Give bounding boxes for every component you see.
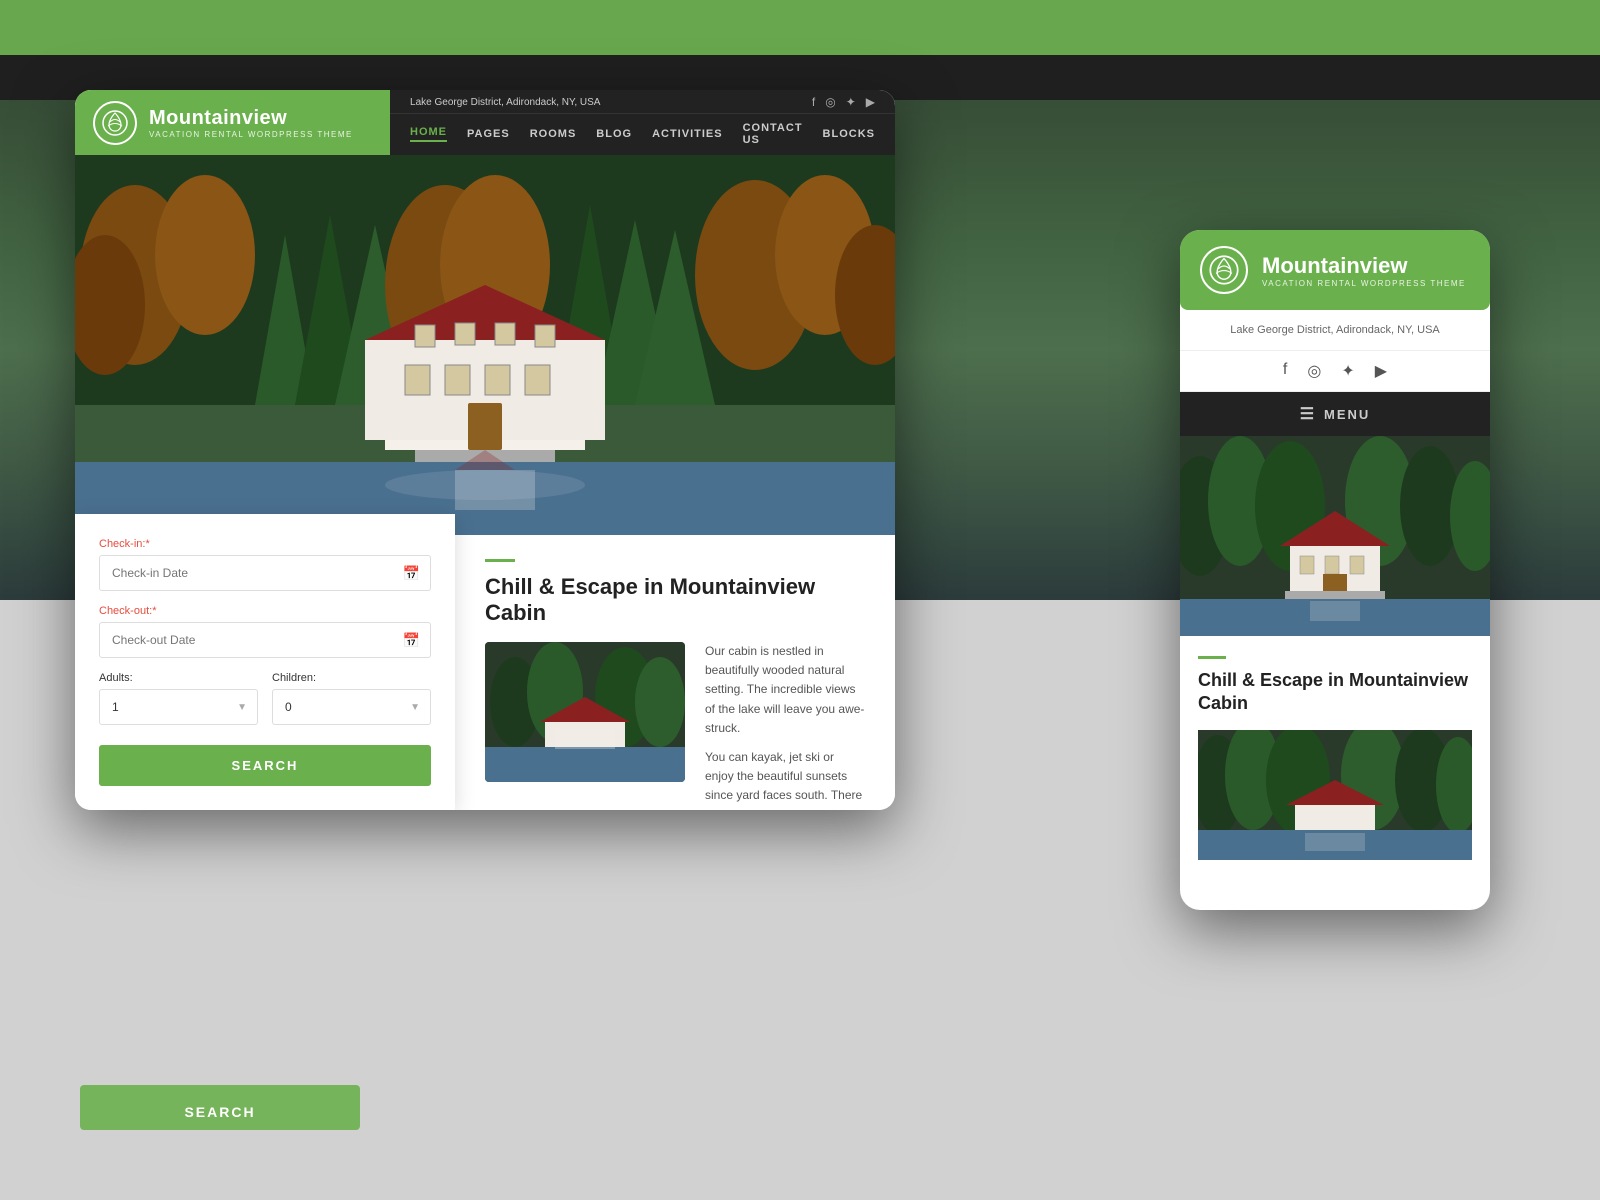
mobile-logo-title: Mountainview: [1262, 253, 1466, 279]
content-flex: Our cabin is nestled in beautifully wood…: [485, 642, 865, 810]
checkout-label: Check-out:*: [99, 605, 431, 617]
children-label: Children:: [272, 672, 431, 684]
mobile-section-accent: [1198, 656, 1226, 659]
hamburger-icon: ☰: [1300, 404, 1316, 424]
bg-top-strip: [0, 0, 1600, 55]
nav-contact[interactable]: CONTACT US: [743, 122, 803, 146]
logo-subtitle: VACATION RENTAL WORDPRESS THEME: [149, 130, 353, 139]
content-main: Chill & Escape in Mountainview Cabin: [455, 535, 895, 810]
content-paragraph-1: Our cabin is nestled in beautifully wood…: [705, 642, 865, 738]
checkout-input[interactable]: [100, 623, 393, 657]
nav-home[interactable]: HOME: [410, 126, 447, 142]
children-group: Children: 0 1 2 3 ▼: [272, 672, 431, 725]
nav-rooms[interactable]: ROOMS: [530, 128, 577, 140]
checkout-group: Check-out:* 📅: [99, 605, 431, 658]
nav-area: Lake George District, Adirondack, NY, US…: [390, 90, 895, 155]
adults-select-wrap: 1 2 3 4 ▼: [99, 689, 258, 725]
booking-form: Check-in:* 📅 Check-out:* 📅 Adults:: [75, 514, 455, 810]
adults-label: Adults:: [99, 672, 258, 684]
mobile-nav[interactable]: ☰ MENU: [1180, 392, 1490, 436]
twitter-icon[interactable]: ✦: [846, 95, 856, 109]
site-header: Mountainview VACATION RENTAL WORDPRESS T…: [75, 90, 895, 155]
nav-activities[interactable]: ACTIVITIES: [652, 128, 723, 140]
logo-area: Mountainview VACATION RENTAL WORDPRESS T…: [75, 90, 390, 155]
mobile-content-image: [1198, 730, 1472, 860]
nav-blog[interactable]: BLOG: [596, 128, 632, 140]
section-title: Chill & Escape in Mountainview Cabin: [485, 574, 865, 626]
hero-image: [75, 155, 895, 535]
logo-text-area: Mountainview VACATION RENTAL WORDPRESS T…: [149, 107, 353, 139]
content-text: Our cabin is nestled in beautifully wood…: [705, 642, 865, 810]
mobile-logo-area: Mountainview VACATION RENTAL WORDPRESS T…: [1180, 230, 1490, 310]
section-accent: [485, 559, 515, 562]
mobile-section-title: Chill & Escape in Mountainview Cabin: [1198, 669, 1472, 716]
logo-icon: [93, 101, 137, 145]
mobile-logo-text: Mountainview VACATION RENTAL WORDPRESS T…: [1262, 253, 1466, 288]
facebook-icon[interactable]: f: [812, 95, 815, 109]
mobile-youtube-icon[interactable]: ▶: [1375, 361, 1387, 381]
nav-blocks[interactable]: BLOCKS: [823, 128, 875, 140]
checkin-calendar-icon: 📅: [393, 557, 430, 590]
menu-label: MENU: [1324, 407, 1370, 422]
content-image: [485, 642, 685, 782]
social-icons: f ◎ ✦ ▶: [812, 95, 875, 109]
checkin-group: Check-in:* 📅: [99, 538, 431, 591]
bg-search-text-label: SEARCH: [80, 1104, 360, 1120]
children-arrow-icon: ▼: [400, 694, 430, 721]
nav-pages[interactable]: PAGES: [467, 128, 510, 140]
checkin-label: Check-in:*: [99, 538, 431, 550]
mobile-facebook-icon[interactable]: f: [1283, 361, 1287, 381]
top-bar: Lake George District, Adirondack, NY, US…: [390, 91, 895, 114]
adults-group: Adults: 1 2 3 4 ▼: [99, 672, 258, 725]
checkout-calendar-icon: 📅: [393, 624, 430, 657]
location-text: Lake George District, Adirondack, NY, US…: [410, 97, 600, 108]
instagram-icon[interactable]: ◎: [825, 95, 835, 109]
youtube-icon[interactable]: ▶: [866, 95, 875, 109]
guests-row: Adults: 1 2 3 4 ▼ Children:: [99, 672, 431, 739]
nav-links: HOME PAGES ROOMS BLOG ACTIVITIES CONTACT…: [390, 114, 895, 154]
mobile-logo-icon: [1200, 246, 1248, 294]
content-area: Check-in:* 📅 Check-out:* 📅 Adults:: [75, 535, 895, 810]
checkin-input-wrap: 📅: [99, 555, 431, 591]
search-button[interactable]: SEARCH: [99, 745, 431, 786]
mobile-address: Lake George District, Adirondack, NY, US…: [1180, 310, 1490, 351]
mobile-logo-subtitle: VACATION RENTAL WORDPRESS THEME: [1262, 279, 1466, 288]
mobile-hero-image: [1180, 436, 1490, 636]
desktop-mockup: Mountainview VACATION RENTAL WORDPRESS T…: [75, 90, 895, 810]
checkout-input-wrap: 📅: [99, 622, 431, 658]
content-paragraph-2: You can kayak, jet ski or enjoy the beau…: [705, 748, 865, 810]
mobile-social: f ◎ ✦ ▶: [1180, 351, 1490, 392]
mobile-mockup: Mountainview VACATION RENTAL WORDPRESS T…: [1180, 230, 1490, 910]
checkin-input[interactable]: [100, 556, 393, 590]
mobile-instagram-icon[interactable]: ◎: [1307, 361, 1321, 381]
mobile-twitter-icon[interactable]: ✦: [1341, 361, 1354, 381]
children-select-wrap: 0 1 2 3 ▼: [272, 689, 431, 725]
adults-arrow-icon: ▼: [227, 694, 257, 721]
mobile-content: Chill & Escape in Mountainview Cabin: [1180, 636, 1490, 880]
children-select[interactable]: 0 1 2 3: [273, 690, 400, 724]
adults-select[interactable]: 1 2 3 4: [100, 690, 227, 724]
logo-title: Mountainview: [149, 107, 353, 130]
